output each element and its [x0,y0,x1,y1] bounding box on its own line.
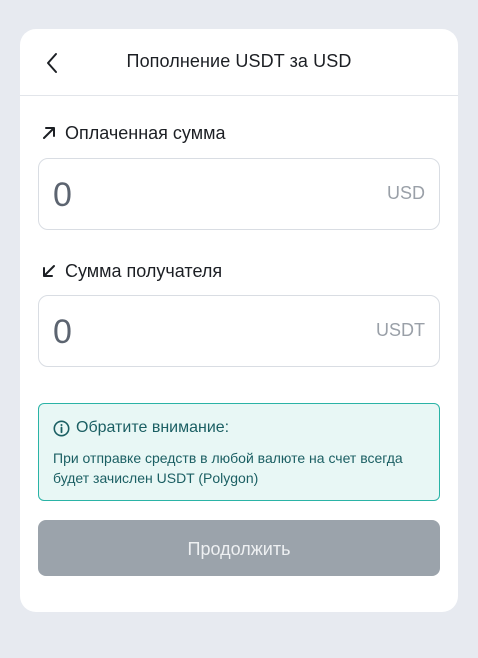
paid-amount-field[interactable]: USD [38,158,440,230]
continue-button[interactable]: Продолжить [38,520,440,576]
paid-amount-input[interactable] [53,173,353,217]
notice-text: При отправке средств в любой валюте на с… [53,450,403,486]
recipient-amount-input[interactable] [53,310,353,354]
info-icon [53,420,70,437]
recipient-amount-label: Сумма получателя [40,260,222,282]
paid-currency: USD [386,183,425,203]
recipient-amount-field[interactable]: USDT [38,295,440,367]
notice-title-text: Обратите внимание: [76,419,230,436]
card-header: Пополнение USDT за USD [20,29,458,96]
notice-title: Обратите внимание: [53,419,229,437]
notice-box: Обратите внимание: При отправке средств … [38,403,440,501]
recipient-amount-label-text: Сумма получателя [65,260,223,281]
recipient-currency: USDT [376,320,425,340]
payment-card: Пополнение USDT за USD Оплаченная сумма … [20,29,458,612]
page-title: Пополнение USDT за USD [126,51,352,71]
arrow-down-left-icon [40,262,58,280]
arrow-up-right-icon [40,124,58,142]
paid-amount-label-text: Оплаченная сумма [65,122,226,143]
paid-amount-label: Оплаченная сумма [40,122,225,144]
